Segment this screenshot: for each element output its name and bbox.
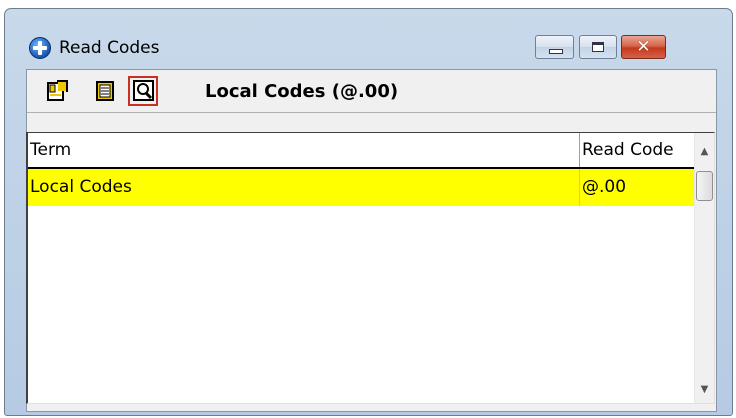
scroll-up-arrow-icon[interactable]: ▲ — [695, 141, 714, 163]
close-icon: ✕ — [636, 37, 651, 57]
column-header-row: Term Read Code — [28, 133, 694, 169]
title-bar[interactable]: Read Codes ✕ — [5, 9, 732, 69]
minimize-button[interactable] — [535, 35, 574, 59]
current-code-label: Local Codes (@.00) — [205, 81, 399, 102]
read-code-cell[interactable]: @.00 — [580, 169, 694, 206]
magnifier-icon — [133, 80, 154, 101]
column-header-term[interactable]: Term — [28, 133, 580, 167]
properties-button[interactable] — [90, 76, 120, 106]
app-globe-icon — [29, 37, 51, 59]
window-title: Read Codes — [59, 38, 160, 58]
document-list-icon — [96, 81, 114, 101]
vertical-scrollbar[interactable]: ▲ ▼ — [694, 133, 714, 403]
toolbar: Local Codes (@.00) — [27, 70, 716, 113]
codes-grid[interactable]: Term Read Code Local Codes @.00 ▲ ▼ — [26, 132, 715, 404]
new-code-button[interactable] — [42, 76, 72, 106]
close-button[interactable]: ✕ — [621, 35, 666, 59]
scroll-thumb[interactable] — [696, 171, 713, 201]
maximize-button[interactable] — [579, 35, 617, 59]
column-header-read-code[interactable]: Read Code — [580, 133, 694, 167]
read-codes-window: Read Codes ✕ Local Codes (@.00) Term Rea… — [4, 8, 733, 416]
new-document-icon — [47, 80, 68, 101]
search-button[interactable] — [128, 76, 158, 106]
minimize-icon — [549, 49, 563, 54]
table-row[interactable]: Local Codes @.00 — [28, 169, 694, 206]
term-cell[interactable]: Local Codes — [28, 169, 580, 206]
scroll-down-arrow-icon[interactable]: ▼ — [695, 379, 714, 401]
maximize-icon — [592, 42, 604, 52]
